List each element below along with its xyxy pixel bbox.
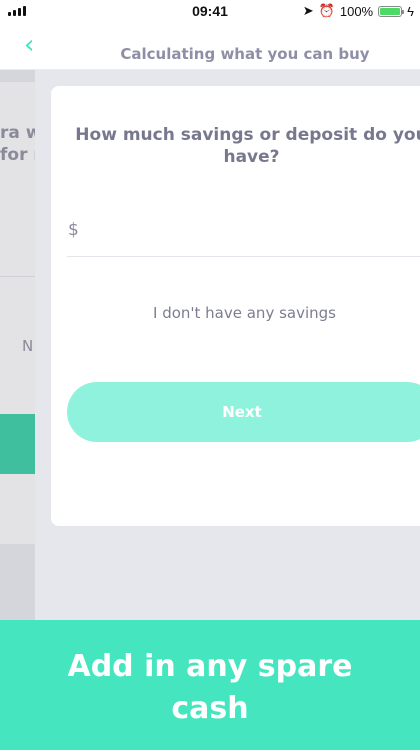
status-bar: 09:41 ➤ ⏰ 100% ϟ [0, 0, 420, 22]
back-button[interactable]: ‹ [24, 30, 54, 60]
currency-symbol: $ [68, 220, 79, 240]
no-savings-link[interactable]: I don't have any savings [67, 304, 420, 322]
battery-icon [378, 5, 405, 17]
promo-banner: Add in any spare cash [0, 620, 420, 750]
page-title: Calculating what you can buy [120, 45, 370, 63]
savings-question: How much savings or deposit do you have? [75, 125, 420, 167]
next-button[interactable]: Next [67, 382, 420, 442]
previous-step-letter: N [22, 337, 34, 355]
previous-step-divider [0, 276, 35, 277]
previous-step-card: ra w for r N [0, 82, 35, 544]
charging-icon: ϟ [407, 3, 414, 19]
previous-step-text: ra w for r [0, 123, 35, 165]
alarm-icon: ⏰ [318, 3, 335, 18]
input-underline [67, 256, 420, 257]
battery-percent: 100% [339, 3, 374, 19]
status-right: ➤ ⏰ 100% ϟ [303, 3, 414, 19]
savings-amount-input[interactable] [87, 214, 411, 246]
previous-step-page: ra w for r N [0, 70, 35, 620]
chevron-left-icon: ‹ [24, 30, 35, 60]
nav-header: ‹ Calculating what you can buy [0, 22, 420, 70]
promo-text: Add in any spare cash [67, 649, 353, 726]
previous-step-button [0, 414, 35, 474]
location-icon: ➤ [302, 3, 314, 18]
savings-card: How much savings or deposit do you have?… [51, 86, 420, 526]
screen: 09:41 ➤ ⏰ 100% ϟ ‹ Calculating what you … [0, 0, 420, 750]
